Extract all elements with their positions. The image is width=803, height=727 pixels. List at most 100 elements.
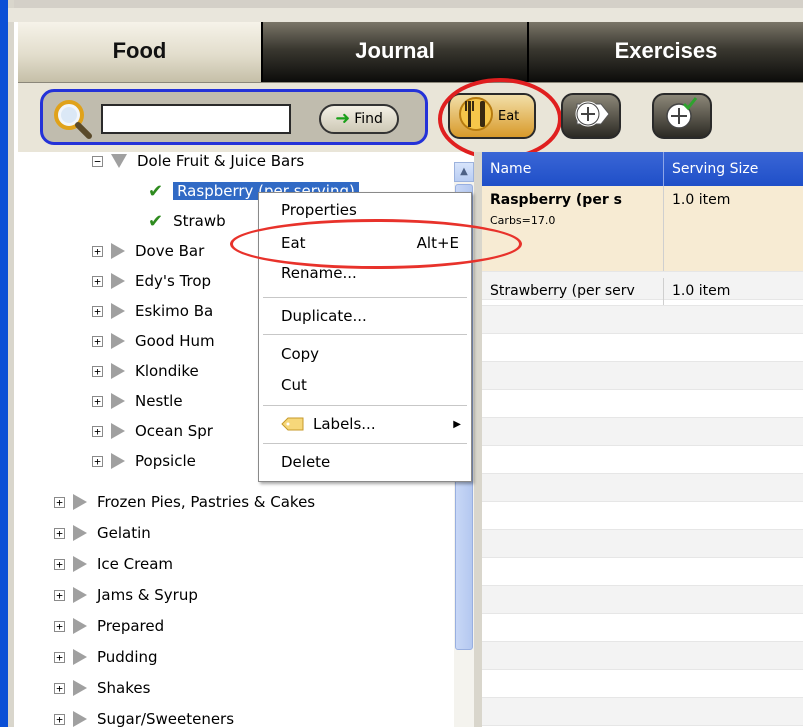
- empty-row: [482, 642, 803, 670]
- expand-icon[interactable]: +: [92, 245, 103, 257]
- arrow-right-icon: ➜: [335, 108, 351, 129]
- tree-category-row[interactable]: + Prepared: [54, 611, 164, 641]
- tree-category-row[interactable]: + Ice Cream: [54, 549, 173, 579]
- folder-icon: [111, 453, 125, 469]
- food-carbs: Carbs=17.0: [490, 214, 556, 227]
- food-name: Raspberry (per s: [490, 192, 622, 208]
- tree-category-label: Jams & Syrup: [97, 586, 198, 604]
- expand-icon[interactable]: +: [92, 395, 103, 407]
- add-food-button[interactable]: [652, 93, 712, 139]
- folder-icon: [111, 273, 125, 289]
- tree-category-label: Shakes: [97, 679, 151, 697]
- folder-icon: [73, 649, 87, 665]
- expand-icon[interactable]: +: [54, 682, 65, 694]
- empty-row: [482, 418, 803, 446]
- menu-item-label: Duplicate...: [281, 307, 367, 325]
- tree-category-label: Frozen Pies, Pastries & Cakes: [97, 493, 316, 511]
- tab-journal[interactable]: Journal: [263, 22, 529, 82]
- tree-brand-label: Good Hum: [135, 332, 215, 350]
- tree-brand-row[interactable]: + Nestle: [92, 386, 183, 416]
- folder-open-icon: [111, 154, 127, 168]
- tree-brand-row[interactable]: + Popsicle: [92, 446, 196, 476]
- menu-item-label: Labels...: [313, 415, 376, 433]
- expand-icon[interactable]: +: [54, 496, 65, 508]
- tree-category-label: Ice Cream: [97, 555, 174, 573]
- toolbar: ➜ Find Eat: [18, 78, 803, 160]
- tree-category-row[interactable]: + Pudding: [54, 642, 158, 672]
- grid-header: Name Serving Size: [482, 152, 803, 186]
- expand-icon[interactable]: +: [54, 620, 65, 632]
- expand-icon[interactable]: +: [92, 335, 103, 347]
- tree-category-label: Gelatin: [97, 524, 151, 542]
- menu-item-label: Properties: [281, 201, 357, 219]
- tree-category-row[interactable]: + Jams & Syrup: [54, 580, 198, 610]
- expand-icon[interactable]: +: [54, 558, 65, 570]
- collapse-icon[interactable]: −: [92, 155, 103, 167]
- tree-category-row[interactable]: + Gelatin: [54, 518, 151, 548]
- tree-brand-row[interactable]: + Edy's Trop: [92, 266, 211, 296]
- expand-icon[interactable]: +: [92, 365, 103, 377]
- tree-brand-label: Edy's Trop: [135, 272, 212, 290]
- tree-brand-row[interactable]: + Dove Bar: [92, 236, 204, 266]
- tree-category-label: Pudding: [97, 648, 158, 666]
- table-cell-name: Raspberry (per s Carbs=17.0: [482, 186, 664, 271]
- expand-icon[interactable]: +: [92, 425, 103, 437]
- search-input[interactable]: [101, 104, 291, 134]
- find-button[interactable]: ➜ Find: [319, 104, 399, 134]
- empty-row: [482, 698, 803, 726]
- tree-category-row[interactable]: + Shakes: [54, 673, 150, 703]
- tree-group-label: Dole Fruit & Juice Bars: [137, 152, 305, 170]
- table-row[interactable]: Raspberry (per s Carbs=17.0 1.0 item: [482, 186, 803, 272]
- empty-row: [482, 502, 803, 530]
- folder-icon: [73, 587, 87, 603]
- menu-item-copy[interactable]: Copy: [259, 339, 471, 369]
- tree-item-row[interactable]: ✔ Strawb: [148, 206, 226, 236]
- tree-brand-row[interactable]: + Ocean Spr: [92, 416, 213, 446]
- tree-brand-label: Eskimo Ba: [135, 302, 214, 320]
- menu-item-cut[interactable]: Cut: [259, 370, 471, 400]
- expand-icon[interactable]: +: [54, 651, 65, 663]
- menu-separator: [263, 297, 467, 298]
- column-header-serving[interactable]: Serving Size: [664, 152, 803, 186]
- tree-category-row[interactable]: + Frozen Pies, Pastries & Cakes: [54, 487, 315, 517]
- tree-brand-row[interactable]: + Good Hum: [92, 326, 215, 356]
- folder-icon: [73, 680, 87, 696]
- expand-icon[interactable]: +: [92, 455, 103, 467]
- expand-icon[interactable]: +: [92, 305, 103, 317]
- expand-icon[interactable]: +: [54, 589, 65, 601]
- tree-category-row[interactable]: + Sugar/Sweeteners: [54, 704, 234, 727]
- menu-item-labels[interactable]: Labels... ▶: [259, 409, 471, 439]
- menu-item-delete[interactable]: Delete: [259, 447, 471, 477]
- tree-brand-row[interactable]: + Klondike: [92, 356, 199, 386]
- table-row[interactable]: Strawberry (per serv 1.0 item: [482, 278, 803, 306]
- search-icon[interactable]: [51, 98, 95, 140]
- tree-brand-label: Nestle: [135, 392, 183, 410]
- expand-icon[interactable]: +: [54, 527, 65, 539]
- tree-group-row[interactable]: − Dole Fruit & Juice Bars: [92, 152, 304, 176]
- column-header-name[interactable]: Name: [482, 152, 664, 186]
- annotation-oval: [230, 219, 522, 269]
- check-icon: ✔: [148, 180, 164, 202]
- search-group: ➜ Find: [40, 89, 428, 145]
- tree-brand-row[interactable]: + Eskimo Ba: [92, 296, 213, 326]
- annotation-circle: [438, 78, 562, 160]
- tab-food[interactable]: Food: [18, 22, 263, 82]
- menu-item-duplicate[interactable]: Duplicate...: [259, 301, 471, 331]
- folder-icon: [111, 393, 125, 409]
- tag-icon: [281, 416, 305, 432]
- tab-exercises[interactable]: Exercises: [529, 22, 803, 82]
- menu-item-label: Cut: [281, 376, 307, 394]
- add-arrow-icon: [571, 96, 611, 136]
- submenu-arrow-icon: ▶: [453, 418, 461, 430]
- tree-category-label: Sugar/Sweeteners: [97, 710, 235, 727]
- expand-icon[interactable]: +: [54, 713, 65, 725]
- folder-icon: [73, 525, 87, 541]
- scroll-up-icon[interactable]: ▲: [454, 162, 474, 182]
- empty-row: [482, 530, 803, 558]
- add-item-button[interactable]: [561, 93, 621, 139]
- expand-icon[interactable]: +: [92, 275, 103, 287]
- table-cell-name: Strawberry (per serv: [482, 278, 664, 305]
- menu-separator: [263, 334, 467, 335]
- folder-icon: [111, 243, 125, 259]
- table-cell-serving: 1.0 item: [672, 283, 731, 299]
